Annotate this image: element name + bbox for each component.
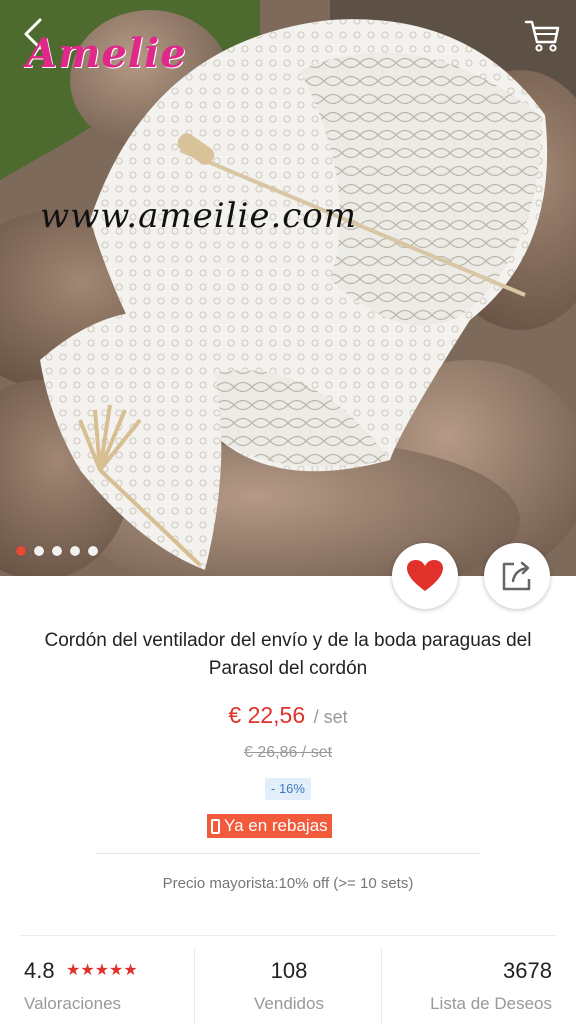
pagination-dot[interactable]: [52, 546, 62, 556]
discount-badge: - 16%: [265, 778, 311, 800]
share-icon: [502, 561, 531, 591]
favorite-button[interactable]: [392, 543, 458, 609]
product-stats: 4.8 ★★★★★ Valoraciones 108 Vendidos 3678…: [0, 948, 576, 1024]
cart-icon: [524, 20, 560, 52]
wishlist-count: 3678: [503, 958, 552, 983]
wishlist-stat[interactable]: 3678 Lista de Deseos: [384, 948, 552, 1024]
rating-label: Valoraciones: [24, 994, 122, 1013]
wholesale-price-info: Precio mayorista:10% off (>= 10 sets): [162, 875, 414, 892]
sold-label: Vendidos: [254, 994, 324, 1013]
sale-badge: Ya en rebajas: [207, 814, 332, 838]
pagination-dot[interactable]: [16, 546, 26, 556]
pagination-dot[interactable]: [88, 546, 98, 556]
divider: [96, 853, 480, 854]
sale-badge-label: Ya en rebajas: [224, 816, 328, 835]
cart-button[interactable]: [522, 14, 562, 54]
heart-icon: [407, 560, 443, 591]
original-price: € 26,86 / set: [243, 744, 333, 761]
rating-stat[interactable]: 4.8 ★★★★★ Valoraciones: [24, 948, 192, 1024]
brand-logo: Amelie: [26, 30, 187, 77]
price-unit: / set: [313, 707, 348, 727]
pagination-dot[interactable]: [34, 546, 44, 556]
product-title: Cordón del ventilador del envío y de la …: [44, 630, 532, 679]
share-button[interactable]: [484, 543, 550, 609]
sold-stat[interactable]: 108 Vendidos: [194, 948, 382, 1024]
rating-value: 4.8: [24, 958, 55, 983]
watermark: www.ameilie.com: [40, 196, 358, 236]
star-rating-icon: ★★★★★: [66, 962, 138, 979]
price-row: € 22,56 / set: [0, 702, 576, 729]
product-image-gallery[interactable]: Amelie www.ameilie.com: [0, 0, 576, 576]
phone-icon: [211, 818, 220, 834]
sold-count: 108: [270, 958, 308, 983]
gallery-pagination: [16, 546, 98, 556]
divider: [20, 935, 556, 936]
wishlist-label: Lista de Deseos: [430, 994, 552, 1013]
current-price: € 22,56: [228, 702, 306, 728]
product-photo: [0, 0, 576, 576]
pagination-dot[interactable]: [70, 546, 80, 556]
